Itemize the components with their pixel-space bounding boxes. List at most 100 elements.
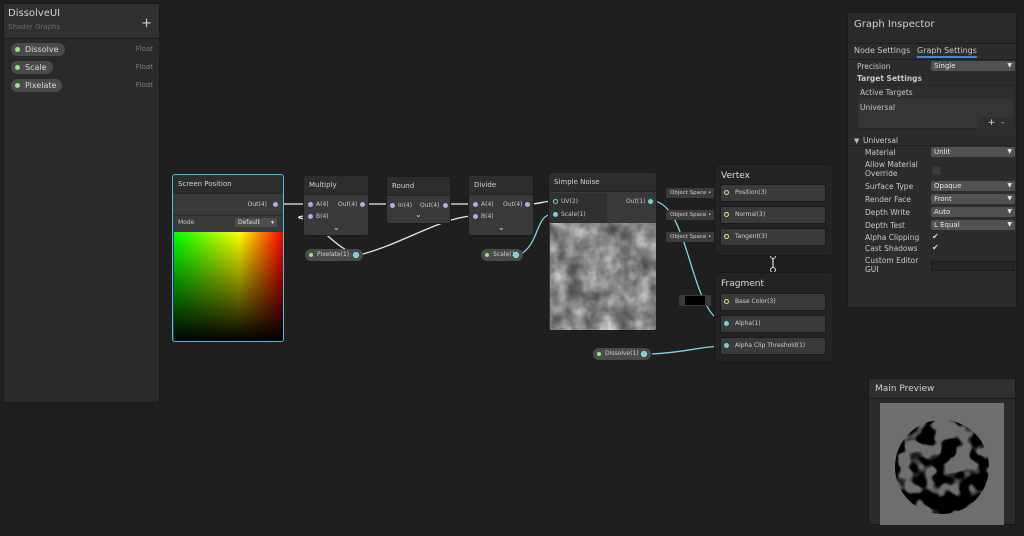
precision-label: Precision <box>857 62 891 71</box>
node-title: Simple Noise <box>549 173 656 192</box>
mode-label: Mode <box>178 219 195 226</box>
add-property-button[interactable]: + <box>141 17 152 30</box>
output-port-label: Out(1) <box>626 198 646 205</box>
normal-block[interactable]: Normal(3) <box>720 206 826 224</box>
output-port-icon[interactable] <box>273 202 278 207</box>
blackboard-panel: DissolveUI Shader Graphs + Dissolve Floa… <box>3 3 160 403</box>
output-port-icon[interactable] <box>525 202 530 207</box>
input-port-label: Scale(1) <box>561 211 586 218</box>
target-list-controls: + - <box>978 117 1014 129</box>
port-icon[interactable] <box>724 190 729 195</box>
precision-dropdown[interactable]: Single ▼ <box>931 61 1015 71</box>
input-port-icon[interactable] <box>390 203 395 208</box>
screen-position-node[interactable]: Screen Position Out(4) Mode Default ▾ <box>172 174 284 342</box>
property-dot-icon <box>15 47 20 52</box>
port-icon[interactable] <box>724 234 729 239</box>
alpha-block[interactable]: Alpha(1) <box>720 315 826 333</box>
material-dropdown[interactable]: Unlit ▼ <box>931 147 1015 157</box>
output-port-icon[interactable] <box>513 252 519 258</box>
port-icon[interactable] <box>724 212 729 217</box>
divide-node[interactable]: Divide A(4) B(4) Out(4) ⌄ <box>468 175 534 236</box>
blackboard-property-pixelate[interactable]: Pixelate Float <box>11 79 157 92</box>
property-type: Float <box>135 63 153 71</box>
surface-type-dropdown[interactable]: Opaque ▼ <box>931 181 1015 191</box>
alpha-clipping-label: Alpha Clipping <box>865 233 920 242</box>
input-port-icon[interactable] <box>553 199 558 204</box>
object-space-tag[interactable]: Object Space • <box>666 232 716 242</box>
render-face-dropdown[interactable]: Front ▼ <box>931 194 1015 204</box>
node-title: Divide <box>469 176 533 195</box>
object-space-tag[interactable]: Object Space • <box>666 210 716 220</box>
input-port-icon[interactable] <box>553 212 558 217</box>
output-port-icon[interactable] <box>360 202 365 207</box>
port-icon[interactable] <box>724 343 729 348</box>
property-pill[interactable]: Pixelate <box>11 79 63 92</box>
base-color-field[interactable] <box>679 295 711 306</box>
foldout-arrow-icon[interactable]: ▼ <box>854 137 859 145</box>
chevron-down-icon[interactable]: ⌄ <box>415 210 422 219</box>
object-space-tag[interactable]: Object Space • <box>666 188 716 198</box>
node-title: Round <box>387 177 450 196</box>
output-port-label: Out(4) <box>338 201 358 208</box>
dissolved-sphere-image <box>895 420 989 514</box>
property-pill[interactable]: Scale <box>11 61 53 74</box>
base-color-block[interactable]: Base Color(3) <box>720 293 826 311</box>
scale-property-node[interactable]: Scale(1) <box>481 249 523 261</box>
input-port-icon[interactable] <box>308 214 313 219</box>
position-block[interactable]: Position(3) <box>720 184 826 202</box>
blackboard-property-dissolve[interactable]: Dissolve Float <box>11 43 157 56</box>
port-icon[interactable] <box>724 299 729 304</box>
input-port-icon[interactable] <box>473 202 478 207</box>
remove-target-button[interactable]: - <box>1001 118 1004 128</box>
property-dot-icon <box>309 253 313 257</box>
property-dot-icon <box>597 352 601 356</box>
input-port-icon[interactable] <box>308 202 313 207</box>
depth-test-label: Depth Test <box>865 221 905 230</box>
blackboard-property-scale[interactable]: Scale Float <box>11 61 157 74</box>
pixelate-property-node[interactable]: Pixelate(1) <box>305 249 363 261</box>
color-swatch[interactable] <box>685 296 705 305</box>
add-target-button[interactable]: + <box>988 118 996 128</box>
blackboard-header: DissolveUI Shader Graphs + <box>4 4 159 39</box>
depth-test-dropdown[interactable]: L Equal ▼ <box>931 220 1015 230</box>
output-port-icon[interactable] <box>353 252 359 258</box>
target-item-universal[interactable]: Universal <box>858 100 1014 115</box>
custom-editor-gui-field[interactable] <box>931 261 1015 271</box>
input-port-label: A(4) <box>316 201 329 208</box>
tab-graph-settings[interactable]: Graph Settings <box>917 46 977 58</box>
blackboard-title: DissolveUI <box>8 8 61 19</box>
input-port-icon[interactable] <box>473 214 478 219</box>
tab-node-settings[interactable]: Node Settings <box>854 46 910 55</box>
alpha-clip-threshold-block[interactable]: Alpha Clip Threshold(1) <box>720 337 826 355</box>
universal-section-heading[interactable]: Universal <box>863 136 898 145</box>
preview-viewport[interactable] <box>880 403 1004 525</box>
dropdown-arrow-icon: ▼ <box>1007 208 1012 215</box>
property-node-label: Pixelate(1) <box>317 251 350 258</box>
output-port-icon[interactable] <box>648 199 653 204</box>
output-port-icon[interactable] <box>443 203 448 208</box>
property-type: Float <box>135 45 153 53</box>
chevron-down-icon[interactable]: ⌄ <box>498 223 505 232</box>
multiply-node[interactable]: Multiply A(4) B(4) Out(4) ⌄ <box>303 175 369 236</box>
cast-shadows-checkbox[interactable]: ✔ <box>932 243 939 252</box>
property-name: Scale <box>25 63 47 72</box>
depth-write-dropdown[interactable]: Auto ▼ <box>931 207 1015 217</box>
round-node[interactable]: Round In(4) Out(4) ⌄ <box>386 176 451 224</box>
mode-dropdown[interactable]: Default ▾ <box>235 218 277 227</box>
simple-noise-node[interactable]: Simple Noise UV(2) Scale(1) Out(1) <box>548 172 657 331</box>
node-title: Multiply <box>304 176 368 195</box>
output-port-icon[interactable] <box>641 351 647 357</box>
output-port-label: Out(4) <box>247 201 267 208</box>
dissolve-property-node[interactable]: Dissolve(1) <box>593 348 651 360</box>
active-targets-header: Active Targets <box>858 86 1014 99</box>
port-icon[interactable] <box>724 321 729 326</box>
tangent-block[interactable]: Tangent(3) <box>720 228 826 246</box>
output-port-label: Out(4) <box>420 202 440 209</box>
property-dot-icon <box>15 83 20 88</box>
property-pill[interactable]: Dissolve <box>11 43 65 56</box>
chevron-down-icon[interactable]: ⌄ <box>333 223 340 232</box>
material-label: Material <box>865 148 896 157</box>
alpha-clipping-checkbox[interactable]: ✔ <box>932 232 939 241</box>
allow-material-override-checkbox[interactable] <box>932 166 941 175</box>
property-type: Float <box>135 81 153 89</box>
